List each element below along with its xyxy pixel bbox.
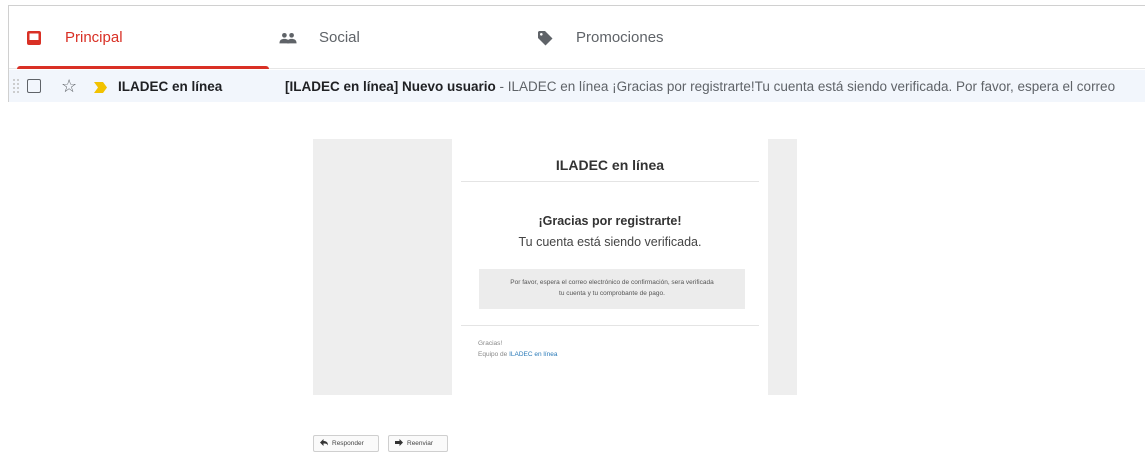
forward-button[interactable]: Reenviar: [388, 435, 448, 452]
divider: [461, 181, 759, 182]
tab-label: Promociones: [576, 29, 664, 46]
drag-handle-icon[interactable]: [13, 79, 21, 93]
tag-icon: [536, 29, 554, 47]
tab-promociones[interactable]: Promociones: [536, 6, 664, 69]
verification-text: Tu cuenta está siendo verificada.: [518, 235, 702, 249]
reply-button[interactable]: Responder: [313, 435, 379, 452]
forward-label: Reenviar: [407, 440, 434, 447]
reply-label: Responder: [332, 440, 364, 447]
thanks-heading: ¡Gracias por registrarte!: [538, 214, 682, 228]
notice-line: Por favor, espera el correo electrónico …: [510, 279, 714, 286]
category-tabs: Principal Social Promociones: [9, 6, 1145, 69]
team-signature: Equipo de ILADEC en línea: [478, 351, 558, 358]
notice-line: tu cuenta y tu comprobante de pago.: [559, 290, 665, 297]
message-snippet: - ILADEC en línea ¡Gracias por registrar…: [495, 79, 1116, 94]
important-marker-icon[interactable]: [94, 81, 107, 93]
notice-box: Por favor, espera el correo electrónico …: [479, 269, 745, 309]
signoff-text: Gracias!: [478, 340, 503, 347]
team-link[interactable]: ILADEC en línea: [509, 351, 557, 358]
message-subject: [ILADEC en línea] Nuevo usuario: [285, 79, 496, 94]
tab-label: Social: [319, 29, 360, 46]
star-icon[interactable]: ☆: [61, 76, 77, 96]
tab-principal[interactable]: Principal: [17, 6, 269, 69]
inbox-panel: Principal Social Promociones ☆ ILADEC en…: [8, 5, 1145, 102]
forward-arrow-icon: [395, 439, 403, 448]
inbox-icon: [25, 29, 43, 47]
team-prefix: Equipo de: [478, 351, 510, 358]
email-body: ILADEC en línea ¡Gracias por registrarte…: [313, 139, 797, 395]
people-icon: [279, 29, 297, 47]
message-preview: [ILADEC en línea] Nuevo usuario - ILADEC…: [285, 79, 1115, 94]
message-row[interactable]: ☆ ILADEC en línea [ILADEC en línea] Nuev…: [9, 70, 1145, 102]
select-checkbox[interactable]: [27, 79, 41, 93]
email-title: ILADEC en línea: [555, 157, 665, 173]
tab-label: Principal: [65, 29, 123, 46]
reply-arrow-icon: [320, 439, 328, 448]
divider: [461, 325, 759, 326]
email-card: ILADEC en línea ¡Gracias por registrarte…: [452, 139, 768, 395]
tab-social[interactable]: Social: [279, 6, 360, 69]
message-sender: ILADEC en línea: [118, 79, 223, 94]
